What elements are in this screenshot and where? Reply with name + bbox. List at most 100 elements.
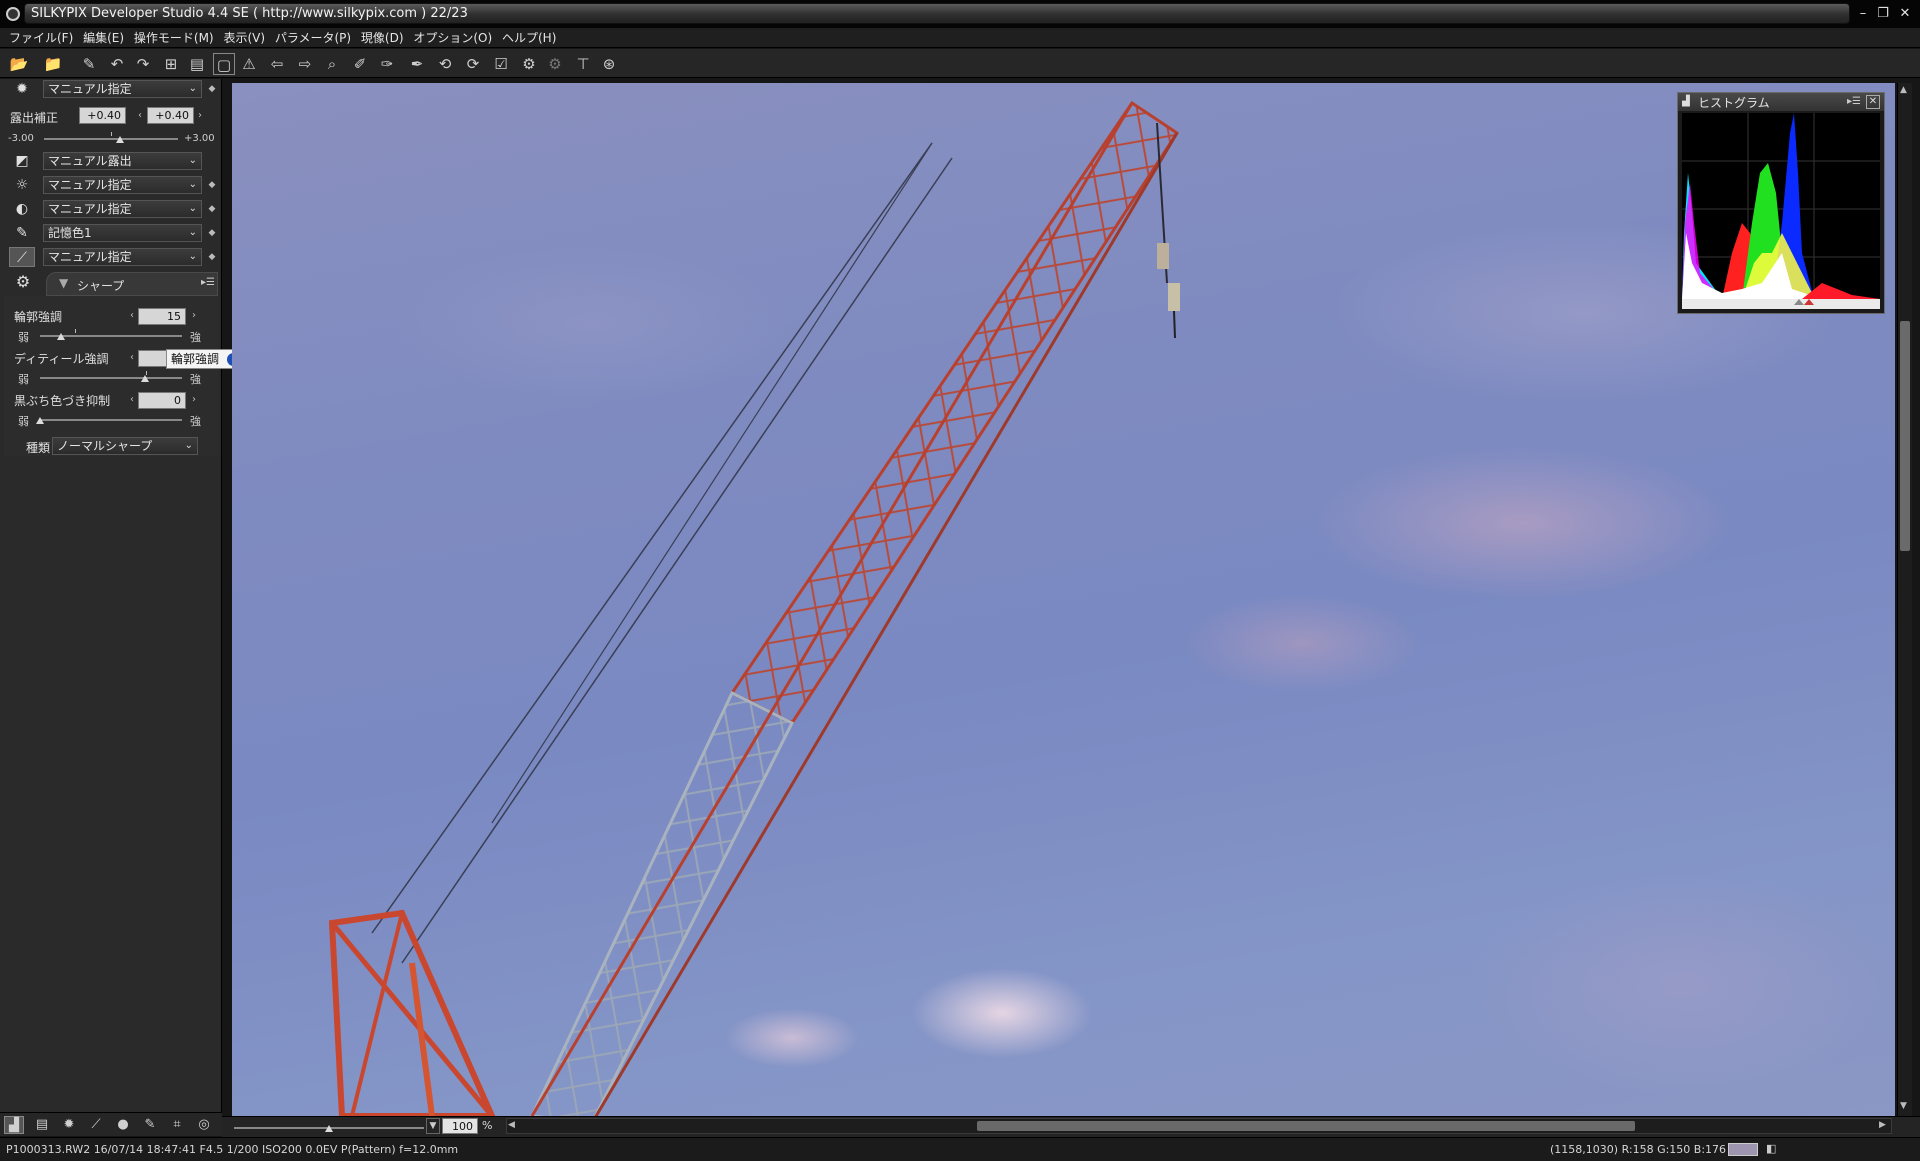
color-default-icon[interactable]: ◆ — [207, 228, 217, 238]
histogram-menu-icon[interactable]: ▸☰ — [1846, 95, 1862, 109]
menu-help[interactable]: ヘルプ(H) — [499, 29, 559, 47]
white-balance-default-icon[interactable]: ◆ — [207, 84, 217, 94]
brightness-select[interactable]: マニュアル指定 ⌄ — [43, 176, 202, 194]
exposure-value-a[interactable]: +0.40 — [79, 107, 126, 124]
rotate-right-icon[interactable]: ⟳ — [462, 53, 484, 75]
exposure-slider-track[interactable] — [44, 138, 178, 140]
contrast-select[interactable]: マニュアル指定 ⌄ — [43, 200, 202, 218]
batch-develop-icon[interactable]: ⚙ — [544, 53, 566, 75]
color-sample-icon[interactable]: ◧ — [1766, 1142, 1776, 1155]
histogram-close-button[interactable]: ✕ — [1866, 95, 1880, 109]
comment-panel-icon[interactable]: ▤ — [32, 1116, 52, 1134]
white-balance-select[interactable]: マニュアル指定 ⌄ — [43, 80, 202, 98]
tone-picker-icon[interactable]: ✒ — [406, 53, 428, 75]
restore-button[interactable]: ❐ — [1874, 5, 1892, 23]
sharp-select[interactable]: マニュアル指定 ⌄ — [43, 248, 202, 266]
outline-increase-icon[interactable]: › — [192, 310, 196, 321]
control-panel: ✹ マニュアル指定 ⌄ ◆ 露出補正 +0.40 ‹ +0.40 › -3.00 … — [0, 79, 222, 1112]
zoom-slider-thumb[interactable] — [325, 1125, 333, 1132]
filmstrip-view-icon[interactable]: ▤ — [186, 53, 208, 75]
open-folder-icon[interactable]: 📂 — [8, 53, 30, 75]
zoom-value[interactable]: 100 — [442, 1118, 478, 1134]
histogram-title-bar[interactable]: ▟ ヒストグラム ▸☰ ✕ — [1678, 93, 1884, 111]
brightness-default-icon[interactable]: ◆ — [207, 180, 217, 190]
check-icon[interactable]: ☑ — [490, 53, 512, 75]
menu-file[interactable]: ファイル(F) — [6, 29, 76, 47]
horizontal-scroll-thumb[interactable] — [977, 1121, 1635, 1131]
open-recent-icon[interactable]: 📁 — [42, 53, 64, 75]
fringe-slider-thumb[interactable] — [36, 417, 44, 424]
exposure-slider-thumb[interactable] — [116, 136, 125, 143]
rotate-left-icon[interactable]: ⟲ — [434, 53, 456, 75]
status-bar: P1000313.RW2 16/07/14 18:47:41 F4.5 1/20… — [0, 1137, 1920, 1161]
lens-panel-icon[interactable]: ◎ — [194, 1116, 214, 1134]
eyedropper-gray-icon[interactable]: ✑ — [376, 53, 398, 75]
transform-panel-icon[interactable]: ⌗ — [167, 1116, 187, 1134]
detail-weak-label: 弱 — [18, 373, 29, 386]
minimize-button[interactable]: – — [1854, 5, 1872, 23]
outline-slider-thumb[interactable] — [57, 333, 66, 340]
zoom-icon[interactable]: ⌕ — [321, 53, 343, 75]
pixel-info: (1158,1030) R:158 G:150 B:176 — [1550, 1143, 1727, 1156]
grid-view-icon[interactable]: ⊞ — [160, 53, 182, 75]
sharp-tab-menu-icon[interactable]: ▸☰ — [201, 277, 215, 288]
contrast-default-icon[interactable]: ◆ — [207, 204, 217, 214]
menu-develop[interactable]: 現像(D) — [358, 29, 407, 47]
tone-curve-panel-icon[interactable]: ⟋ — [86, 1116, 106, 1134]
color-select[interactable]: 記憶色1 ⌄ — [43, 224, 202, 242]
sharp-settings-gear-icon[interactable]: ⚙ — [12, 272, 34, 292]
fringe-increase-icon[interactable]: › — [192, 394, 196, 405]
pen-panel-icon[interactable]: ✎ — [140, 1116, 160, 1134]
develop-icon[interactable]: ⚙ — [518, 53, 540, 75]
exposure-value-b[interactable]: +0.40 — [147, 107, 194, 124]
eyedropper-wb-icon[interactable]: ✐ — [349, 53, 371, 75]
scroll-right-icon[interactable]: ▶ — [1879, 1120, 1886, 1130]
spot-icon[interactable]: ⊛ — [598, 53, 620, 75]
menu-operation-mode[interactable]: 操作モード(M) — [131, 29, 217, 47]
adjust-panel-icon[interactable]: ✹ — [59, 1116, 79, 1134]
image-viewer[interactable] — [232, 83, 1895, 1116]
sphere-panel-icon[interactable]: ● — [113, 1116, 133, 1134]
single-view-icon[interactable]: ▢ — [213, 53, 235, 75]
color-value: 記憶色1 — [48, 226, 92, 240]
redo-icon[interactable]: ↷ — [132, 53, 154, 75]
undo-icon[interactable]: ↶ — [106, 53, 128, 75]
horizontal-scrollbar[interactable]: ◀ ▶ — [506, 1118, 1892, 1134]
close-button[interactable]: ✕ — [1896, 5, 1914, 23]
fringe-slider-track[interactable] — [40, 419, 182, 421]
outline-decrease-icon[interactable]: ‹ — [130, 310, 134, 321]
tab-sharp[interactable]: ▼ シャープ ▸☰ — [46, 272, 218, 296]
crop-icon[interactable]: ⊤ — [572, 53, 594, 75]
zoom-dropdown-icon[interactable]: ▼ — [426, 1118, 440, 1134]
sharp-default-icon[interactable]: ◆ — [207, 252, 217, 262]
exposure-mode-select[interactable]: マニュアル露出 ⌄ — [43, 152, 202, 170]
next-icon[interactable]: ⇨ — [294, 53, 316, 75]
brightness-icon: ☼ — [15, 177, 29, 193]
vertical-scroll-thumb[interactable] — [1900, 321, 1910, 551]
exposure-increase-icon[interactable]: › — [198, 110, 202, 121]
exposure-decrease-icon[interactable]: ‹ — [138, 110, 142, 121]
menu-parameter[interactable]: パラメータ(P) — [272, 29, 354, 47]
previous-icon[interactable]: ⇦ — [266, 53, 288, 75]
scroll-up-icon[interactable]: ▲ — [1900, 85, 1907, 95]
detail-decrease-icon[interactable]: ‹ — [130, 352, 134, 363]
warning-icon[interactable]: ⚠ — [238, 53, 260, 75]
menu-option[interactable]: オプション(O) — [410, 29, 495, 47]
outline-value[interactable]: 15 — [138, 308, 186, 325]
fringe-value[interactable]: 0 — [138, 392, 186, 409]
menu-view[interactable]: 表示(V) — [220, 29, 268, 47]
window-title: SILKYPIX Developer Studio 4.4 SE ( http:… — [31, 6, 468, 21]
detail-slider-track[interactable] — [40, 377, 182, 379]
sharp-type-select[interactable]: ノーマルシャープ ⌄ — [52, 437, 198, 455]
histogram-panel: ▟ ヒストグラム ▸☰ ✕ — [1677, 92, 1885, 314]
scroll-down-icon[interactable]: ▼ — [1900, 1101, 1907, 1111]
histogram-panel-icon[interactable]: ▟ — [4, 1116, 24, 1134]
app-icon[interactable] — [6, 7, 20, 21]
menu-edit[interactable]: 編集(E) — [80, 29, 127, 47]
eraser-icon[interactable]: ✎ — [78, 53, 100, 75]
scroll-left-icon[interactable]: ◀ — [508, 1120, 515, 1130]
fringe-decrease-icon[interactable]: ‹ — [130, 394, 134, 405]
brightness-value: マニュアル指定 — [48, 178, 132, 192]
vertical-scrollbar[interactable]: ▲ ▼ — [1897, 83, 1912, 1116]
detail-slider-thumb[interactable] — [141, 375, 150, 382]
